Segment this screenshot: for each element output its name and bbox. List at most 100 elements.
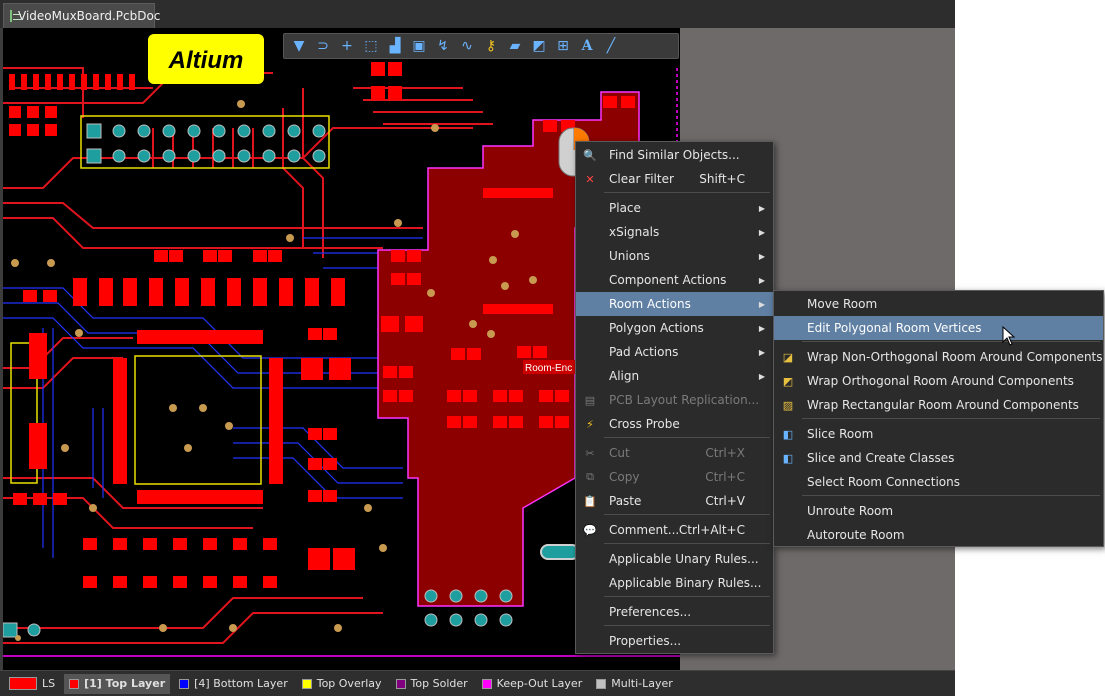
menu-item-label: Pad Actions <box>609 345 679 359</box>
menu-item-preferences[interactable]: Preferences... <box>576 600 773 624</box>
menu-item-slice-and-create-classes[interactable]: ◧ Slice and Create Classes <box>774 446 1103 470</box>
copy-icon: ⧉ <box>586 470 594 483</box>
layer-color-swatch <box>481 678 492 689</box>
draw-line-icon[interactable]: ╱ <box>600 36 622 56</box>
plus-icon[interactable]: + <box>336 36 358 56</box>
cross-probe-icon: ⚡ <box>586 417 594 431</box>
menu-item-label: Preferences... <box>609 605 692 619</box>
menu-separator <box>604 437 770 438</box>
menu-separator <box>802 418 1100 419</box>
menu-item-edit-polygonal-room-vertices[interactable]: Edit Polygonal Room Vertices <box>774 316 1103 340</box>
menu-item-applicable-unary-rules[interactable]: Applicable Unary Rules... <box>576 547 773 571</box>
menu-item-label: Cut <box>609 446 630 460</box>
menu-item-find-similar-objects[interactable]: 🔍 Find Similar Objects... <box>576 143 773 167</box>
menu-item-label: Move Room <box>807 297 878 311</box>
menu-item-place[interactable]: Place ▶ <box>576 196 773 220</box>
menu-item-wrap-non-orthogonal-room[interactable]: ◪ Wrap Non-Orthogonal Room Around Compon… <box>774 345 1103 369</box>
select-rect-icon[interactable]: ⬚ <box>360 36 382 56</box>
layer-color-swatch <box>179 678 190 689</box>
menu-item-shortcut: Shift+C <box>699 172 745 186</box>
layer-set-ls[interactable]: LS <box>4 674 60 694</box>
menu-item-label: Applicable Binary Rules... <box>609 576 762 590</box>
menu-item-pcb-layout-replication[interactable]: ▤ PCB Layout Replication... <box>576 388 773 412</box>
layer-tab-keep-out-layer[interactable]: Keep-Out Layer <box>477 674 588 694</box>
menu-item-label: Wrap Non-Orthogonal Room Around Componen… <box>807 350 1103 364</box>
layer-label: Top Solder <box>410 677 468 690</box>
menu-item-label: Cross Probe <box>609 417 680 431</box>
submenu-arrow-icon: ▶ <box>758 227 765 237</box>
layer-tab-bottom-layer[interactable]: [4] Bottom Layer <box>174 674 293 694</box>
layer-color-swatch <box>9 677 37 690</box>
mouse-pointer-icon <box>1002 326 1016 346</box>
menu-item-move-room[interactable]: Move Room <box>774 292 1103 316</box>
menu-item-unions[interactable]: Unions ▶ <box>576 244 773 268</box>
menu-item-copy[interactable]: ⧉ Copy Ctrl+C <box>576 465 773 489</box>
menu-item-label: Paste <box>609 494 642 508</box>
chip-icon[interactable]: ▣ <box>408 36 430 56</box>
polygon-icon[interactable]: ▰ <box>504 36 526 56</box>
menu-item-xsignals[interactable]: xSignals ▶ <box>576 220 773 244</box>
key-icon[interactable]: ⚷ <box>480 36 502 56</box>
submenu-arrow-icon: ▶ <box>758 323 765 333</box>
menu-item-align[interactable]: Align ▶ <box>576 364 773 388</box>
bar-chart-icon[interactable]: ▟ <box>384 36 406 56</box>
layer-tab-top-overlay[interactable]: Top Overlay <box>297 674 387 694</box>
layer-color-swatch <box>301 678 312 689</box>
menu-item-cross-probe[interactable]: ⚡ Cross Probe <box>576 412 773 436</box>
menu-item-room-actions[interactable]: Room Actions ▶ <box>576 292 773 316</box>
layer-label: LS <box>42 677 56 690</box>
menu-item-label: Place <box>609 201 641 215</box>
menu-item-shortcut: Ctrl+Alt+C <box>678 523 745 537</box>
menu-item-label: Align <box>609 369 640 383</box>
paste-icon: 📋 <box>583 494 597 508</box>
document-tab[interactable]: VideoMuxBoard.PcbDoc <box>3 3 160 28</box>
slice-classes-icon: ◧ <box>782 451 794 465</box>
wrap-rectangular-icon: ▨ <box>782 398 794 412</box>
slice-room-icon: ◧ <box>782 427 794 441</box>
line-icon[interactable]: ◩ <box>528 36 550 56</box>
context-menu: 🔍 Find Similar Objects... ✕ Clear Filter… <box>575 141 774 654</box>
menu-item-paste[interactable]: 📋 Paste Ctrl+V <box>576 489 773 513</box>
menu-item-select-room-connections[interactable]: Select Room Connections <box>774 470 1103 494</box>
layer-label: Top Overlay <box>316 677 382 690</box>
menu-item-clear-filter[interactable]: ✕ Clear Filter Shift+C <box>576 167 773 191</box>
menu-item-label: Slice and Create Classes <box>807 451 955 465</box>
layer-tab-multi-layer[interactable]: Multi-Layer <box>591 674 678 694</box>
menu-item-applicable-binary-rules[interactable]: Applicable Binary Rules... <box>576 571 773 595</box>
menu-item-label: Slice Room <box>807 427 874 441</box>
diff-pair-icon[interactable]: ∿ <box>456 36 478 56</box>
layer-tab-top-solder[interactable]: Top Solder <box>391 674 473 694</box>
layer-label: [1] Top Layer <box>84 677 166 690</box>
room-label: Room-Enc <box>525 363 572 374</box>
menu-item-label: Component Actions <box>609 273 727 287</box>
menu-item-cut[interactable]: ✂ Cut Ctrl+X <box>576 441 773 465</box>
dimension-icon[interactable]: ⊞ <box>552 36 574 56</box>
menu-item-comment[interactable]: 💬 Comment... Ctrl+Alt+C <box>576 518 773 542</box>
filter-icon[interactable]: ▼ <box>288 36 310 56</box>
menu-item-unroute-room[interactable]: Unroute Room <box>774 499 1103 523</box>
scissors-icon: ✂ <box>585 446 595 460</box>
menu-item-label: PCB Layout Replication... <box>609 393 760 407</box>
menu-separator <box>802 495 1100 496</box>
route-icon[interactable]: ↯ <box>432 36 454 56</box>
menu-item-label: Autoroute Room <box>807 528 905 542</box>
menu-item-wrap-orthogonal-room[interactable]: ◩ Wrap Orthogonal Room Around Components <box>774 369 1103 393</box>
submenu-arrow-icon: ▶ <box>758 203 765 213</box>
layer-label: Multi-Layer <box>611 677 673 690</box>
layout-replication-icon: ▤ <box>584 393 596 407</box>
menu-item-slice-room[interactable]: ◧ Slice Room <box>774 422 1103 446</box>
menu-item-autoroute-room[interactable]: Autoroute Room <box>774 523 1103 547</box>
menu-item-label: Edit Polygonal Room Vertices <box>807 321 982 335</box>
active-bar-toolbar: ▼ ⊃ + ⬚ ▟ ▣ ↯ ∿ ⚷ ▰ ◩ ⊞ A ╱ <box>283 33 679 59</box>
menu-item-shortcut: Ctrl+V <box>705 494 745 508</box>
menu-item-pad-actions[interactable]: Pad Actions ▶ <box>576 340 773 364</box>
menu-item-properties[interactable]: Properties... <box>576 629 773 653</box>
layer-tab-top-layer[interactable]: [1] Top Layer <box>64 673 171 694</box>
menu-item-polygon-actions[interactable]: Polygon Actions ▶ <box>576 316 773 340</box>
menu-item-wrap-rectangular-room[interactable]: ▨ Wrap Rectangular Room Around Component… <box>774 393 1103 417</box>
submenu-arrow-icon: ▶ <box>758 251 765 261</box>
menu-separator <box>604 596 770 597</box>
menu-item-component-actions[interactable]: Component Actions ▶ <box>576 268 773 292</box>
text-icon[interactable]: A <box>576 36 598 56</box>
magnet-icon[interactable]: ⊃ <box>312 36 334 56</box>
